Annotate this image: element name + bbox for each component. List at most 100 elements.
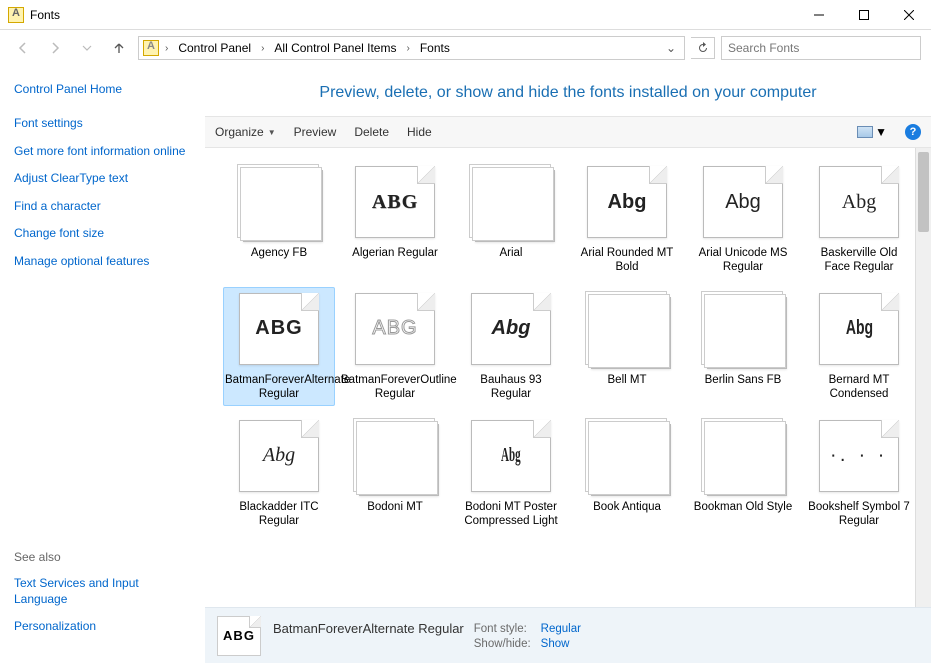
close-button[interactable] xyxy=(886,0,931,30)
font-thumbnail: Abg xyxy=(353,418,437,494)
forward-button[interactable] xyxy=(42,35,68,61)
font-sample: ABG xyxy=(372,191,418,214)
details-value-style[interactable]: Regular xyxy=(541,623,581,635)
font-label: Bodoni MT xyxy=(367,500,423,514)
details-label-showhide: Show/hide: xyxy=(474,638,531,650)
chevron-right-icon[interactable]: › xyxy=(404,43,411,54)
font-item[interactable]: AbgAgency FB xyxy=(223,160,335,279)
sidebar-link-find-char[interactable]: Find a character xyxy=(14,199,191,215)
details-label-style: Font style: xyxy=(474,623,531,635)
see-also-label: See also xyxy=(14,550,191,564)
scrollbar-thumb[interactable] xyxy=(918,152,929,232)
font-sample: Abg xyxy=(501,444,521,467)
sidebar: Control Panel Home Font settings Get mor… xyxy=(0,66,205,663)
font-item[interactable]: ABGBatmanForeverOutline Regular xyxy=(339,287,451,406)
font-item[interactable]: Abg Bodoni MT xyxy=(339,414,451,533)
font-sample: Abg xyxy=(263,444,295,467)
font-thumbnail: ABG xyxy=(237,291,321,367)
details-pane: ABG BatmanForeverAlternate Regular Font … xyxy=(205,607,931,663)
font-thumbnail: Abg xyxy=(701,291,785,367)
font-item[interactable]: Abg Bauhaus 93 Regular xyxy=(455,287,567,406)
font-sample: Abg xyxy=(845,317,872,340)
chevron-right-icon[interactable]: › xyxy=(259,43,266,54)
breadcrumb-fonts[interactable]: Fonts xyxy=(416,39,454,57)
font-item[interactable]: Abg Book Antiqua xyxy=(571,414,683,533)
titlebar: Fonts xyxy=(0,0,931,30)
see-also-text-services[interactable]: Text Services and Input Language xyxy=(14,576,191,607)
font-sample: Abg xyxy=(730,448,764,471)
font-item[interactable]: AbgBernard MT Condensed xyxy=(803,287,915,406)
see-also-personalization[interactable]: Personalization xyxy=(14,619,191,635)
font-label: Agency FB xyxy=(251,246,307,260)
font-thumbnail: Abg xyxy=(817,164,901,240)
control-panel-home-link[interactable]: Control Panel Home xyxy=(14,82,191,96)
back-button[interactable] xyxy=(10,35,36,61)
scrollbar[interactable] xyxy=(915,148,931,607)
details-font-name: BatmanForeverAlternate Regular xyxy=(273,621,464,636)
address-dropdown-icon[interactable]: ⌄ xyxy=(662,41,680,55)
font-thumbnail: ABG xyxy=(353,291,437,367)
sidebar-link-optional-features[interactable]: Manage optional features xyxy=(14,254,191,270)
font-label: Bookman Old Style xyxy=(694,500,792,514)
help-icon[interactable]: ? xyxy=(905,124,921,140)
font-label: Bauhaus 93 Regular xyxy=(459,373,563,402)
font-thumbnail: ∙. ∙ ∙ xyxy=(817,418,901,494)
font-sample: Abg xyxy=(382,448,416,471)
font-item[interactable]: AbgArial Rounded MT Bold xyxy=(571,160,683,279)
font-thumbnail: Abg xyxy=(469,418,553,494)
refresh-button[interactable] xyxy=(691,37,715,59)
search-input[interactable]: Search Fonts xyxy=(721,36,921,60)
breadcrumb-control-panel[interactable]: Control Panel xyxy=(174,39,255,57)
font-grid: AbgAgency FBABGAlgerian RegularAbgArialA… xyxy=(205,148,915,607)
font-sample: ABG xyxy=(255,317,302,340)
hide-button[interactable]: Hide xyxy=(407,125,432,139)
font-thumbnail: Abg xyxy=(701,164,785,240)
view-options-button[interactable]: ▼ xyxy=(857,125,887,139)
sidebar-link-more-info[interactable]: Get more font information online xyxy=(14,144,191,160)
font-sample: ABG xyxy=(372,317,417,340)
details-value-showhide[interactable]: Show xyxy=(541,638,581,650)
sidebar-link-font-size[interactable]: Change font size xyxy=(14,226,191,242)
font-sample: Abg xyxy=(725,191,761,214)
minimize-button[interactable] xyxy=(796,0,841,30)
font-item[interactable]: AbgBell MT xyxy=(571,287,683,406)
sidebar-link-font-settings[interactable]: Font settings xyxy=(14,116,191,132)
folder-icon xyxy=(8,7,24,23)
organize-button[interactable]: Organize▼ xyxy=(215,125,276,139)
font-item[interactable]: Abg Berlin Sans FB xyxy=(687,287,799,406)
up-button[interactable] xyxy=(106,35,132,61)
font-thumbnail: Abg xyxy=(469,291,553,367)
font-item[interactable]: ABGBatmanForeverAlternate Regular xyxy=(223,287,335,406)
font-thumbnail: Abg xyxy=(585,418,669,494)
sidebar-link-cleartype[interactable]: Adjust ClearType text xyxy=(14,171,191,187)
preview-button[interactable]: Preview xyxy=(294,125,337,139)
address-box[interactable]: › Control Panel › All Control Panel Item… xyxy=(138,36,685,60)
breadcrumb-all-items[interactable]: All Control Panel Items xyxy=(270,39,400,57)
font-label: Book Antiqua xyxy=(593,500,661,514)
font-thumbnail: Abg xyxy=(701,418,785,494)
font-sample: Abg xyxy=(497,195,533,218)
chevron-down-icon: ▼ xyxy=(875,125,887,139)
font-item[interactable]: ∙. ∙ ∙Bookshelf Symbol 7 Regular xyxy=(803,414,915,533)
font-item[interactable]: Abg Arial Unicode MS Regular xyxy=(687,160,799,279)
font-label: Arial Unicode MS Regular xyxy=(691,246,795,275)
font-item[interactable]: AbgBlackadder ITC Regular xyxy=(223,414,335,533)
maximize-button[interactable] xyxy=(841,0,886,30)
page-heading: Preview, delete, or show and hide the fo… xyxy=(205,66,931,116)
font-label: Bodoni MT Poster Compressed Light xyxy=(459,500,563,529)
recent-locations-button[interactable] xyxy=(74,35,100,61)
font-item[interactable]: Abg Arial xyxy=(455,160,567,279)
delete-button[interactable]: Delete xyxy=(354,125,389,139)
font-sample: Abg xyxy=(842,191,876,214)
font-label: Arial xyxy=(499,246,522,260)
font-item[interactable]: ABGAlgerian Regular xyxy=(339,160,451,279)
font-item[interactable]: Abg Bookman Old Style xyxy=(687,414,799,533)
font-label: Berlin Sans FB xyxy=(705,373,782,387)
font-item[interactable]: Abg Baskerville Old Face Regular xyxy=(803,160,915,279)
font-sample: ∙. ∙ ∙ xyxy=(830,444,887,467)
font-thumbnail: Abg xyxy=(585,164,669,240)
main-pane: Preview, delete, or show and hide the fo… xyxy=(205,66,931,663)
chevron-right-icon[interactable]: › xyxy=(163,43,170,54)
font-label: Baskerville Old Face Regular xyxy=(807,246,911,275)
font-item[interactable]: Abg Bodoni MT Poster Compressed Light xyxy=(455,414,567,533)
